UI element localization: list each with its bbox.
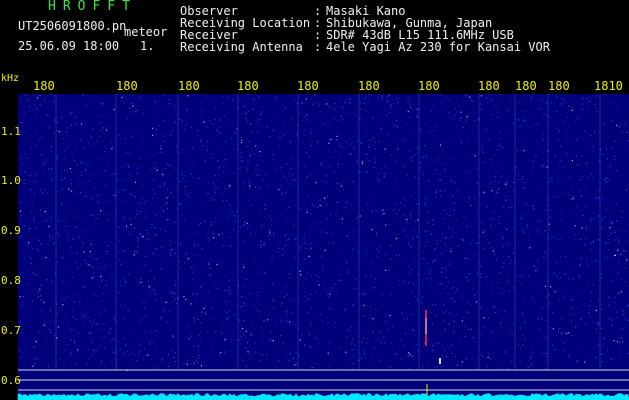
antenna-label: Receiving Antenna xyxy=(180,40,303,54)
app-title: HROFFT xyxy=(48,0,137,14)
time-tick-label: 180 xyxy=(548,79,570,93)
freq-tick-label: 0.7 xyxy=(1,324,21,337)
time-tick-label: 180 xyxy=(116,79,138,93)
time-tick-label: 1810 xyxy=(594,79,623,93)
page-number: 1. xyxy=(140,39,155,53)
freq-tick-label: 1.1 xyxy=(1,125,21,138)
time-tick-label: 180 xyxy=(297,79,319,93)
time-tick-label: 180 xyxy=(178,79,200,93)
time-tick-label: 180 xyxy=(515,79,537,93)
file-name: UT2506091800.pn xyxy=(18,19,127,33)
mode-label: meteor xyxy=(124,25,168,39)
echo-spot xyxy=(439,358,441,364)
freq-tick-label: 0.8 xyxy=(1,274,21,287)
time-tick-label: 180 xyxy=(237,79,259,93)
freq-tick-label: 0.9 xyxy=(1,224,21,237)
unit-label: kHz xyxy=(1,73,20,84)
time-tick-label: 180 xyxy=(358,79,380,93)
freq-tick-label: 1.0 xyxy=(1,174,21,187)
plot-background xyxy=(18,94,629,400)
colon-3: : xyxy=(314,40,322,54)
antenna-value: 4ele Yagi Az 230 for Kansai VOR xyxy=(326,40,550,54)
time-tick-label: 180 xyxy=(33,79,55,93)
date-time: 25.06.09 18:00 xyxy=(18,39,120,53)
freq-tick-label: 0.6 xyxy=(1,374,21,387)
time-tick-label: 180 xyxy=(418,79,440,93)
spectrogram xyxy=(17,94,629,400)
time-tick-label: 180 xyxy=(478,79,500,93)
